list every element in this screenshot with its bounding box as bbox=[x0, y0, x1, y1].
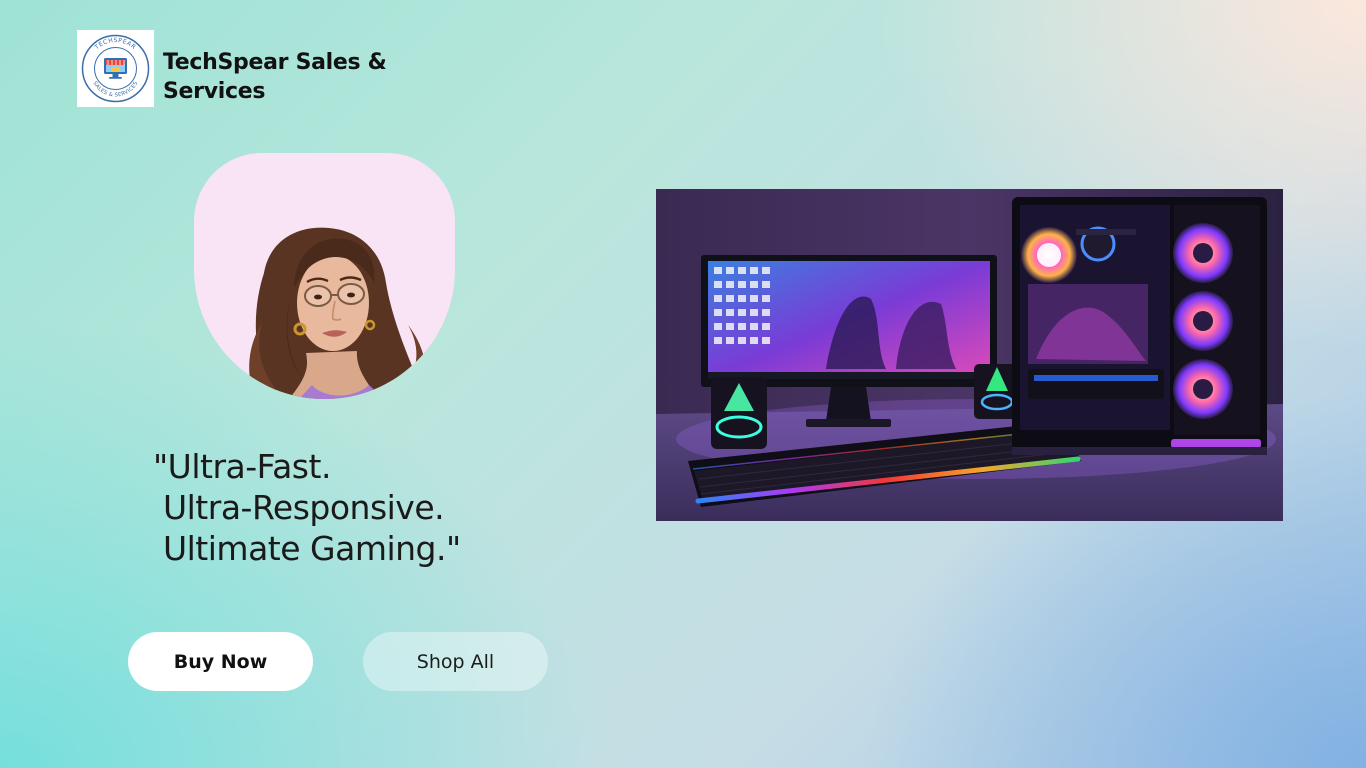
gaming-pc-product-image bbox=[656, 189, 1283, 521]
tagline-line-1: "Ultra-Fast. bbox=[153, 447, 331, 486]
store-monitor-badge-icon: TECHSPEAR SALES & SERVICES bbox=[81, 34, 150, 103]
tagline-line-2: Ultra-Responsive. bbox=[153, 488, 445, 527]
spokesperson-portrait bbox=[194, 153, 455, 399]
buy-now-button[interactable]: Buy Now bbox=[128, 632, 313, 691]
shop-all-button[interactable]: Shop All bbox=[363, 632, 548, 691]
hero-tagline: "Ultra-Fast. Ultra-Responsive. Ultimate … bbox=[153, 446, 593, 569]
brand-name: TechSpear Sales & Services bbox=[163, 50, 387, 104]
brand-logo[interactable]: TECHSPEAR SALES & SERVICES bbox=[77, 30, 154, 107]
tagline-line-3: Ultimate Gaming." bbox=[153, 529, 461, 568]
